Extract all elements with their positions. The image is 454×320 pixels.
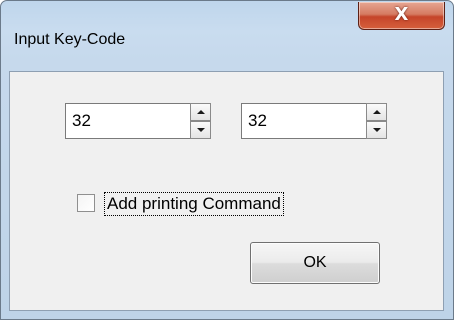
arrow-down-icon [197,128,205,132]
close-icon: X [394,4,409,25]
spin-buttons-2 [366,103,387,139]
spin-down-button-2[interactable] [366,121,387,139]
key-code-spinner-1: 32 [65,103,211,139]
add-printing-command-option[interactable]: Add printing Command [77,192,337,218]
key-code-spinner-2: 32 [241,103,387,139]
spin-up-button-1[interactable] [190,103,211,121]
key-code-input-2[interactable]: 32 [241,103,366,139]
arrow-up-icon [373,110,381,114]
arrow-down-icon [373,128,381,132]
spin-up-button-2[interactable] [366,103,387,121]
close-button[interactable]: X [358,2,445,30]
dialog-client-area: 32 32 Add printing Command OK [9,71,444,311]
ok-button[interactable]: OK [250,242,380,284]
dialog-window: Input Key-Code X 32 32 Add printing Comm… [0,0,454,320]
arrow-up-icon [197,110,205,114]
add-printing-command-checkbox[interactable] [77,194,95,212]
spin-down-button-1[interactable] [190,121,211,139]
window-title: Input Key-Code [14,31,126,48]
key-code-input-1[interactable]: 32 [65,103,190,139]
add-printing-command-label[interactable]: Add printing Command [104,192,284,216]
spin-buttons-1 [190,103,211,139]
